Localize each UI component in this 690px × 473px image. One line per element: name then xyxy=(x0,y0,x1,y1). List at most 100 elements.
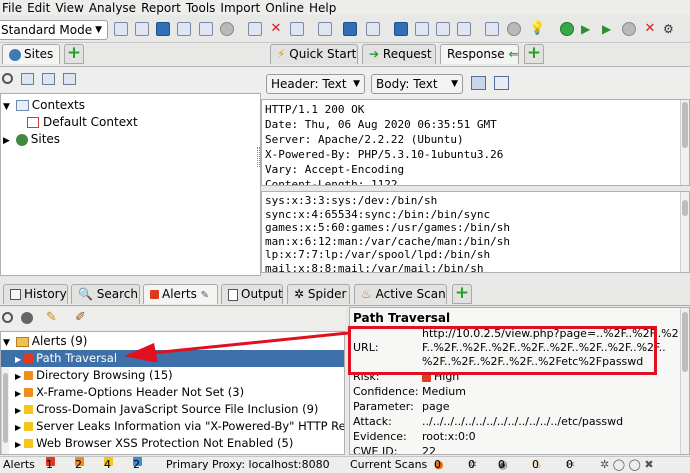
scroll-thumb[interactable] xyxy=(682,200,688,216)
snapshot-icon[interactable] xyxy=(177,22,191,36)
tree-item-sites[interactable]: ▶ Sites xyxy=(1,131,260,148)
tab-response[interactable]: Response ⇐ xyxy=(440,44,519,64)
tab-spider[interactable]: ✲ Spider xyxy=(287,284,350,304)
scope-icon[interactable] xyxy=(507,22,521,36)
layout-3-icon[interactable] xyxy=(366,22,380,36)
target-icon[interactable] xyxy=(2,73,13,84)
add-tab-button-2[interactable]: + xyxy=(524,44,544,64)
options-gear-icon[interactable] xyxy=(220,22,234,36)
splitter-handle[interactable] xyxy=(257,147,260,167)
url-value[interactable]: http://10.0.2.5/view.php?page=..%2F..%2F… xyxy=(422,327,679,369)
scroll-thumb[interactable] xyxy=(682,312,688,372)
save-session-icon[interactable] xyxy=(156,22,170,36)
expand-right-icon[interactable]: ▶ xyxy=(15,355,21,364)
alert-item-label: Directory Browsing (15) xyxy=(36,368,173,382)
tab-alerts[interactable]: Alerts ✎ xyxy=(143,284,218,304)
alert-item[interactable]: ▶ X-Frame-Options Header Not Set (3) xyxy=(1,384,344,401)
header-view-select[interactable]: Header: Text ▼ xyxy=(266,74,365,94)
response-headers-text[interactable]: HTTP/1.1 200 OK Date: Thu, 06 Aug 2020 0… xyxy=(262,100,689,185)
pin-icon[interactable]: ✎ xyxy=(201,290,209,301)
import-context-icon[interactable] xyxy=(42,73,55,85)
tree-item-default-context[interactable]: Default Context xyxy=(1,114,260,131)
context-icon xyxy=(27,117,39,128)
expand-right-icon[interactable]: ▶ xyxy=(15,372,21,381)
import-icon[interactable] xyxy=(290,22,304,36)
alert-item[interactable]: ▶ Directory Browsing (15) xyxy=(1,367,344,384)
session-properties-icon[interactable] xyxy=(199,22,213,36)
expand-right-icon[interactable]: ▶ xyxy=(15,440,21,449)
menu-online[interactable]: Online xyxy=(263,1,307,15)
bulb-icon[interactable]: 💡 xyxy=(529,22,545,36)
broom-icon[interactable]: ✐ xyxy=(75,310,86,325)
break-icon[interactable] xyxy=(560,22,574,36)
menu-analyse[interactable]: Analyse xyxy=(87,1,139,15)
edit-pencil-icon[interactable]: ✎ xyxy=(46,310,57,325)
expand-right-icon[interactable]: ▶ xyxy=(15,423,21,432)
expand-right-icon[interactable]: ▶ xyxy=(15,389,21,398)
menu-help[interactable]: Help xyxy=(307,1,339,15)
new-context-icon[interactable] xyxy=(21,73,34,85)
step-icon[interactable]: ▶ xyxy=(581,22,595,36)
alert-item[interactable]: ▶ Cross-Domain JavaScript Source File Inc… xyxy=(1,401,344,418)
body-scrollbar[interactable] xyxy=(680,192,689,272)
new-session-icon[interactable] xyxy=(114,22,128,36)
fire-icon: ♨ xyxy=(361,287,372,301)
headers-scrollbar[interactable] xyxy=(680,100,689,185)
layout-7-icon[interactable] xyxy=(457,22,471,36)
continue-icon[interactable]: ▶ xyxy=(602,22,616,36)
menu-import[interactable]: Import xyxy=(218,1,263,15)
scroll-thumb[interactable] xyxy=(682,102,688,148)
response-label: Response xyxy=(447,47,505,61)
menu-view[interactable]: View xyxy=(53,1,86,15)
add-bottom-tab-button[interactable]: + xyxy=(452,284,472,304)
menu-tools[interactable]: Tools xyxy=(184,1,219,15)
highlight-icon[interactable] xyxy=(485,22,499,36)
add-tab-button[interactable]: + xyxy=(64,44,84,64)
alert-item[interactable]: ▶ Web Browser XSS Protection Not Enabled … xyxy=(1,435,344,452)
layout-6-icon[interactable] xyxy=(436,22,450,36)
open-session-icon[interactable] xyxy=(135,22,149,36)
tab-output[interactable]: Output xyxy=(221,284,283,304)
body-view-select[interactable]: Body: Text ▼ xyxy=(371,74,463,94)
layout-4-icon[interactable] xyxy=(394,22,408,36)
tab-active-scan[interactable]: ♨ Active Scan xyxy=(354,284,447,304)
expand-right-icon[interactable]: ▶ xyxy=(3,136,10,146)
alerts-scrollbar[interactable] xyxy=(1,367,9,454)
attack-label: Attack: xyxy=(353,415,392,428)
detail-scrollbar[interactable] xyxy=(680,308,689,454)
tab-history[interactable]: History xyxy=(3,284,68,304)
expand-down-icon[interactable]: ▼ xyxy=(3,102,10,112)
tab-quick-start[interactable]: ⚡ Quick Start xyxy=(270,44,358,64)
drop-icon[interactable] xyxy=(622,22,636,36)
lightning-icon: ⚡ xyxy=(277,47,286,61)
scroll-thumb[interactable] xyxy=(3,373,8,443)
more-icon[interactable]: ⚙ xyxy=(663,22,677,36)
tab-sites[interactable]: Sites xyxy=(2,44,60,64)
expand-right-icon[interactable]: ▶ xyxy=(15,406,21,415)
remove-icon[interactable]: ✕ xyxy=(269,22,283,36)
target-icon[interactable] xyxy=(2,312,13,323)
mode-select[interactable]: Standard Mode ▼ xyxy=(0,20,108,40)
menu-report[interactable]: Report xyxy=(139,1,184,15)
alert-item-label: X-Frame-Options Header Not Set (3) xyxy=(36,385,245,399)
split-horizontal-icon[interactable] xyxy=(494,76,509,90)
scan-policy-icon[interactable]: ✕ xyxy=(643,22,657,36)
expand-down-icon[interactable]: ▼ xyxy=(3,338,10,348)
export-context-icon[interactable] xyxy=(63,73,76,85)
status-proxy: Primary Proxy: localhost:8080 xyxy=(166,458,330,471)
status-more-icons[interactable]: ✲ ◯ ◯ ✖ xyxy=(600,457,654,473)
response-options-bar: Header: Text ▼ Body: Text ▼ xyxy=(261,66,690,99)
new-context-icon[interactable] xyxy=(248,22,262,36)
tab-search[interactable]: 🔍 Search xyxy=(71,284,140,304)
tab-request[interactable]: ➔ Request xyxy=(362,44,436,64)
filter-icon[interactable] xyxy=(21,312,33,324)
tree-item-contexts[interactable]: ▼ Contexts xyxy=(1,97,260,114)
menu-file[interactable]: File xyxy=(0,1,25,15)
alert-item[interactable]: ▶ Server Leaks Information via "X-Powered… xyxy=(1,418,344,435)
split-vertical-icon[interactable] xyxy=(471,76,486,90)
layout-5-icon[interactable] xyxy=(415,22,429,36)
menu-edit[interactable]: Edit xyxy=(25,1,53,15)
layout-1-icon[interactable] xyxy=(318,22,332,36)
response-body-text[interactable]: sys:x:3:3:sys:/dev:/bin/sh sync:x:4:6553… xyxy=(262,192,689,272)
layout-2-icon[interactable] xyxy=(343,22,357,36)
